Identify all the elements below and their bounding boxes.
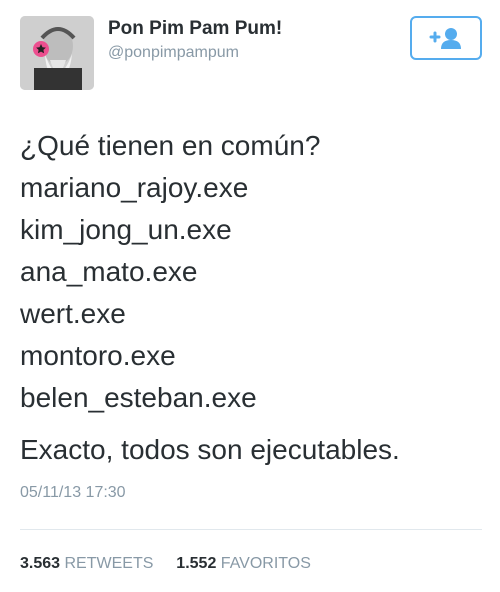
retweets-count[interactable]: 3.563	[20, 555, 60, 572]
user-handle[interactable]: @ponpimpampum	[108, 42, 282, 64]
display-name[interactable]: Pon Pim Pam Pum!	[108, 16, 282, 42]
divider	[20, 529, 482, 530]
follow-button[interactable]	[410, 16, 482, 60]
bearded-man-headphones-avatar-icon	[20, 16, 94, 90]
tweet-line: montoro.exe	[20, 340, 176, 371]
tweet-line: mariano_rajoy.exe	[20, 172, 249, 203]
tweet-line: Exacto, todos son ejecutables.	[20, 434, 400, 465]
tweet-stats: 3.563 RETWEETS 1.552 FAVORITOS	[20, 555, 311, 573]
tweet-text: ¿Qué tienen en común? mariano_rajoy.exe …	[20, 126, 482, 472]
tweet-line: kim_jong_un.exe	[20, 214, 232, 245]
favorites-label[interactable]: FAVORITOS	[221, 555, 311, 572]
tweet-header: Pon Pim Pam Pum! @ponpimpampum	[20, 16, 482, 96]
avatar[interactable]	[20, 16, 94, 90]
tweet-timestamp[interactable]: 05/11/13 17:30	[20, 484, 126, 502]
tweet-line: ¿Qué tienen en común?	[20, 130, 321, 161]
tweet-line: wert.exe	[20, 298, 126, 329]
add-user-icon	[429, 28, 461, 49]
retweets-label[interactable]: RETWEETS	[65, 555, 154, 572]
tweet-line: belen_esteban.exe	[20, 382, 257, 413]
tweet-line: ana_mato.exe	[20, 256, 198, 287]
favorites-count[interactable]: 1.552	[176, 555, 216, 572]
